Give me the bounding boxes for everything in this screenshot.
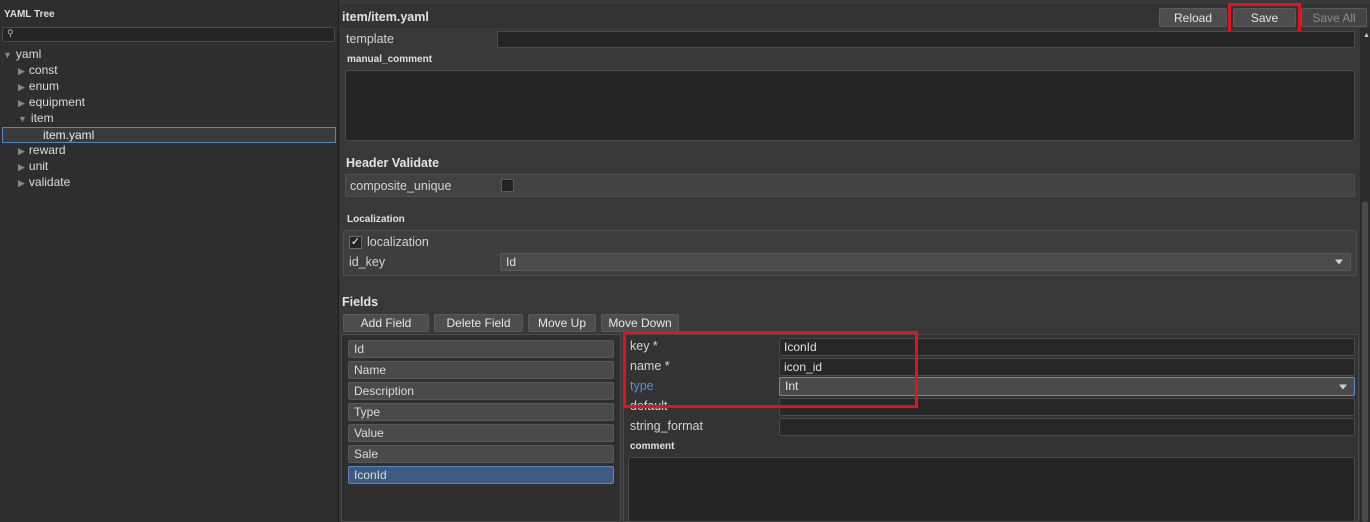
tree-label: yaml — [15, 47, 42, 61]
type-label: type — [630, 379, 654, 393]
field-list-item-type[interactable]: Type — [348, 403, 614, 421]
default-input[interactable] — [779, 398, 1355, 416]
name-input[interactable]: icon_id — [779, 358, 1355, 376]
dropdown-arrow-icon — [1339, 384, 1347, 389]
tree-item-validate[interactable]: ▶ validate — [18, 175, 70, 190]
string-format-label: string_format — [630, 419, 703, 433]
tree-item-yaml[interactable]: ▼ yaml — [3, 47, 41, 62]
tree-label: validate — [28, 175, 71, 189]
scrollbar-thumb[interactable] — [1362, 202, 1368, 522]
header-validate-title: Header Validate — [346, 156, 440, 170]
scroll-up-icon[interactable]: ▲ — [1363, 32, 1370, 39]
tree-label: enum — [28, 79, 59, 93]
delete-field-button[interactable]: Delete Field — [434, 314, 523, 332]
string-format-input[interactable] — [779, 418, 1355, 436]
move-down-button[interactable]: Move Down — [601, 314, 679, 332]
tree-item-item-yaml-selected[interactable]: item.yaml — [2, 127, 336, 143]
scrollbar-track[interactable]: ▲ — [1360, 28, 1370, 522]
template-label: template — [346, 32, 394, 46]
chevron-right-icon: ▶ — [18, 178, 25, 188]
chevron-down-icon: ▼ — [18, 114, 27, 124]
yaml-tree-panel: YAML Tree ⚲ ▼ yaml ▶ const ▶ enum ▶ equipmen… — [0, 0, 338, 522]
panel-title: YAML Tree — [4, 9, 55, 20]
id-key-value: Id — [506, 255, 517, 269]
save-button[interactable]: Save — [1233, 8, 1296, 27]
tree-label: equipment — [28, 95, 85, 109]
tree-label: item.yaml — [43, 128, 95, 142]
comment-textarea[interactable] — [628, 457, 1355, 522]
fields-title: Fields — [342, 295, 379, 309]
field-list-item-id[interactable]: Id — [348, 340, 614, 358]
composite-unique-checkbox[interactable] — [501, 179, 514, 192]
name-label: name * — [630, 359, 670, 373]
dropdown-arrow-icon — [1335, 259, 1343, 265]
reload-button[interactable]: Reload — [1159, 8, 1227, 27]
type-value: Int — [785, 379, 799, 393]
chevron-right-icon: ▶ — [18, 146, 25, 156]
chevron-right-icon: ▶ — [18, 162, 25, 172]
field-list-item-description[interactable]: Description — [348, 382, 614, 400]
search-icon: ⚲ — [7, 28, 14, 38]
localization-title: Localization — [347, 214, 405, 225]
field-list-item-iconid-selected[interactable]: IconId — [348, 466, 614, 484]
default-label: default — [630, 399, 668, 413]
move-up-button[interactable]: Move Up — [528, 314, 596, 332]
manual-comment-label: manual_comment — [347, 54, 433, 65]
composite-unique-label: composite_unique — [350, 179, 452, 193]
localization-label: localization — [367, 235, 429, 249]
tree-label: unit — [28, 159, 49, 173]
tree-search-input[interactable]: ⚲ — [2, 27, 335, 42]
id-key-select[interactable]: Id — [500, 253, 1351, 271]
tree-label: const — [28, 63, 58, 77]
field-list-item-sale[interactable]: Sale — [348, 445, 614, 463]
file-path: item/item.yaml — [342, 10, 429, 24]
tree-item-equipment[interactable]: ▶ equipment — [18, 95, 85, 110]
type-select[interactable]: Int — [779, 377, 1355, 396]
tree-item-enum[interactable]: ▶ enum — [18, 79, 59, 94]
chevron-right-icon: ▶ — [18, 98, 25, 108]
save-all-button[interactable]: Save All — [1301, 8, 1367, 27]
field-list-item-value[interactable]: Value — [348, 424, 614, 442]
id-key-label: id_key — [349, 255, 386, 269]
check-icon: ✓ — [350, 236, 361, 248]
key-input[interactable]: IconId — [779, 338, 1355, 356]
composite-unique-row — [345, 174, 1355, 197]
add-field-button[interactable]: Add Field — [343, 314, 429, 332]
chevron-down-icon: ▼ — [3, 50, 12, 60]
chevron-right-icon: ▶ — [18, 66, 25, 76]
manual-comment-textarea[interactable] — [345, 70, 1355, 141]
field-list-item-name[interactable]: Name — [348, 361, 614, 379]
template-input[interactable] — [497, 31, 1355, 48]
tree-label: item — [30, 111, 54, 125]
chevron-right-icon: ▶ — [18, 82, 25, 92]
tree-item-item[interactable]: ▼ item — [18, 111, 54, 126]
localization-checkbox[interactable]: ✓ — [349, 236, 362, 249]
tree-item-unit[interactable]: ▶ unit — [18, 159, 48, 174]
tree-label: reward — [28, 143, 66, 157]
tree-item-const[interactable]: ▶ const — [18, 63, 58, 78]
tree-item-reward[interactable]: ▶ reward — [18, 143, 66, 158]
key-label: key * — [630, 339, 658, 353]
comment-label: comment — [630, 441, 675, 452]
